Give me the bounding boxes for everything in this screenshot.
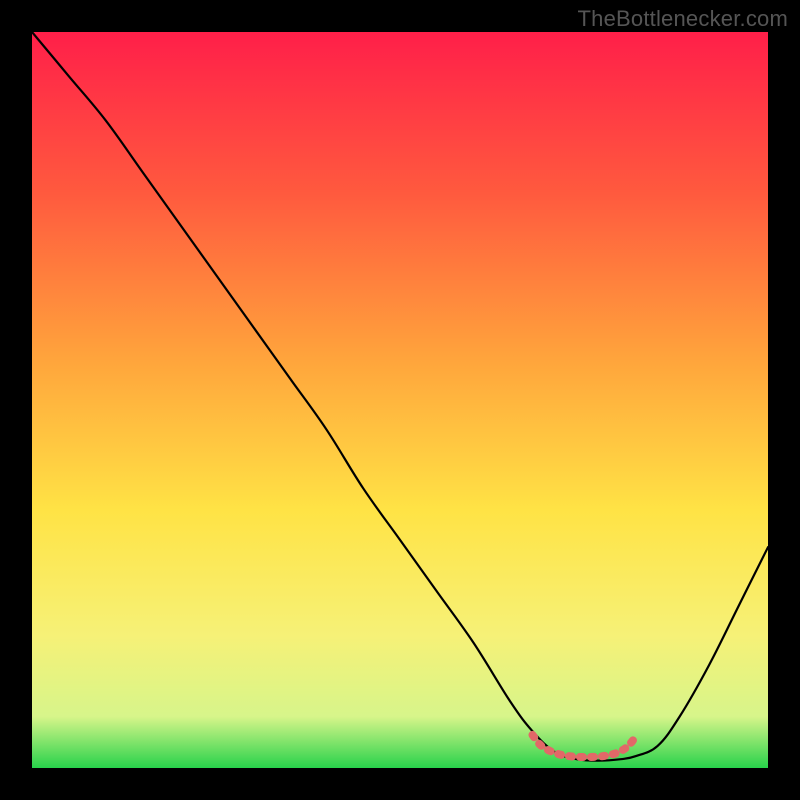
- gradient-background: [32, 32, 768, 768]
- watermark-text: TheBottlenecker.com: [578, 6, 788, 32]
- chart-plot: [32, 32, 768, 768]
- chart-container: TheBottlenecker.com: [0, 0, 800, 800]
- chart-svg: [32, 32, 768, 768]
